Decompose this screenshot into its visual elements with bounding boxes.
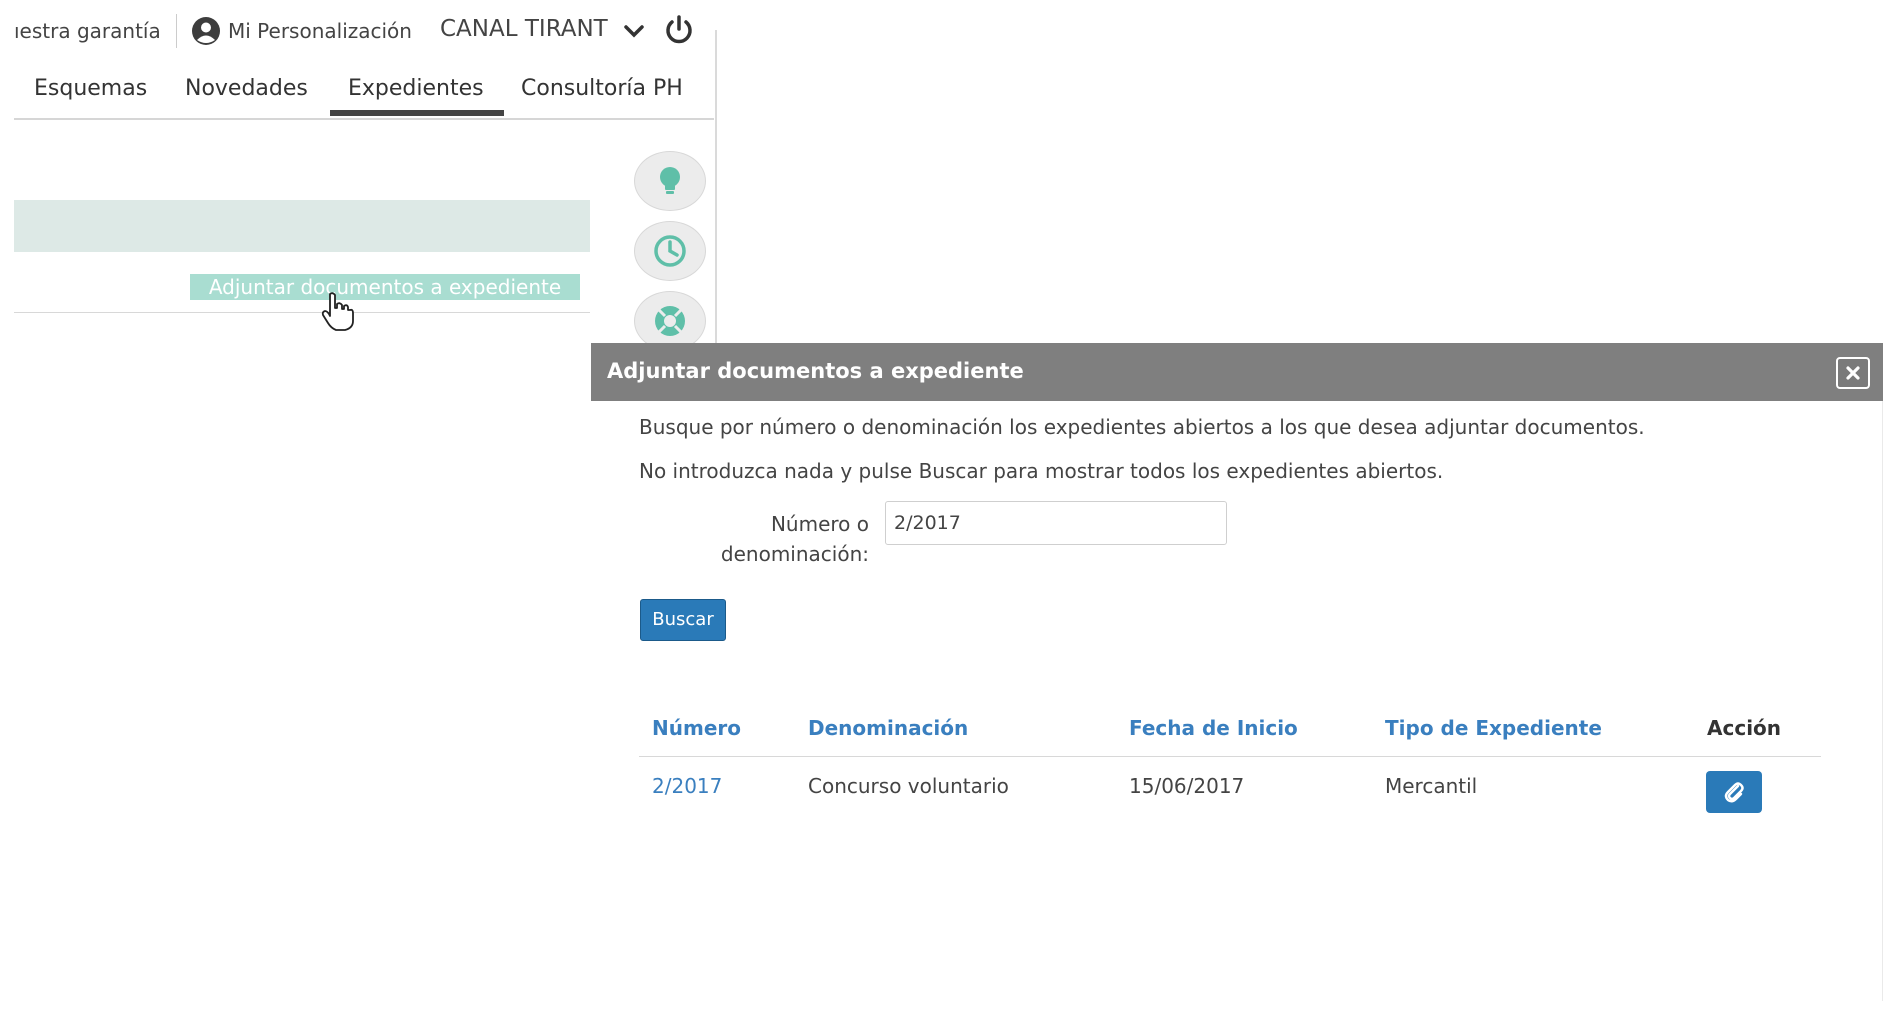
hand-cursor-icon (321, 292, 354, 331)
tab-expedientes[interactable]: Expedientes (348, 76, 484, 101)
chevron-down-icon[interactable] (624, 24, 644, 38)
topbar-separator (176, 14, 177, 48)
search-input[interactable] (885, 501, 1227, 545)
lifebuoy-icon (655, 306, 685, 336)
search-field-label: Número o denominación: (687, 509, 869, 569)
top-bar: ıestra garantía Mi Personalización CANAL… (0, 0, 716, 60)
tab-consultoria-ph[interactable]: Consultoría PH (521, 76, 683, 101)
power-icon[interactable] (663, 14, 695, 46)
column-header-fecha[interactable]: Fecha de Inicio (1129, 716, 1298, 740)
canal-dropdown[interactable]: CANAL TIRANT (440, 16, 608, 42)
column-header-numero[interactable]: Número (652, 716, 741, 740)
cell-tipo: Mercantil (1385, 774, 1478, 798)
document-toolbar (14, 200, 590, 252)
column-header-tipo[interactable]: Tipo de Expediente (1385, 716, 1602, 740)
tab-novedades[interactable]: Novedades (185, 76, 308, 101)
search-field-label-line2: denominación: (720, 542, 869, 566)
search-field-label-line1: Número o (770, 512, 869, 536)
clock-icon (654, 235, 686, 267)
close-icon (1846, 366, 1860, 380)
dialog-edge (1882, 401, 1883, 1001)
close-button[interactable] (1836, 357, 1870, 389)
divider (14, 312, 590, 313)
cell-fecha: 15/06/2017 (1129, 774, 1245, 798)
active-tab-indicator (330, 110, 504, 116)
paperclip-icon (1724, 782, 1744, 803)
instruction-text: Busque por número o denominación los exp… (639, 415, 1645, 439)
dialog-header: Adjuntar documentos a expediente (591, 343, 1883, 401)
attach-documents-dialog: Adjuntar documentos a expediente Busque … (591, 343, 1883, 1036)
personalizacion-link[interactable]: Mi Personalización (228, 19, 412, 43)
column-header-accion: Acción (1707, 716, 1782, 740)
tab-esquemas[interactable]: Esquemas (34, 76, 147, 101)
column-header-denominacion[interactable]: Denominación (808, 716, 968, 740)
search-button[interactable]: Buscar (640, 599, 726, 641)
support-button[interactable] (634, 291, 706, 351)
user-circle-icon[interactable] (191, 16, 221, 46)
attach-documents-link[interactable]: Adjuntar documentos a expediente (190, 274, 580, 300)
lightbulb-icon (660, 167, 680, 194)
garantia-link[interactable]: ıestra garantía (14, 19, 161, 43)
cell-numero-link[interactable]: 2/2017 (652, 774, 722, 798)
tips-button[interactable] (634, 151, 706, 211)
dialog-title: Adjuntar documentos a expediente (607, 359, 1024, 383)
instruction-text: No introduzca nada y pulse Buscar para m… (639, 459, 1444, 483)
panel-divider (715, 30, 717, 346)
table-header-divider (639, 756, 1821, 757)
history-button[interactable] (634, 221, 706, 281)
cell-denominacion: Concurso voluntario (808, 774, 1009, 798)
attach-action-button[interactable] (1706, 771, 1762, 813)
main-nav: Esquemas Novedades Expedientes Consultor… (14, 64, 714, 120)
